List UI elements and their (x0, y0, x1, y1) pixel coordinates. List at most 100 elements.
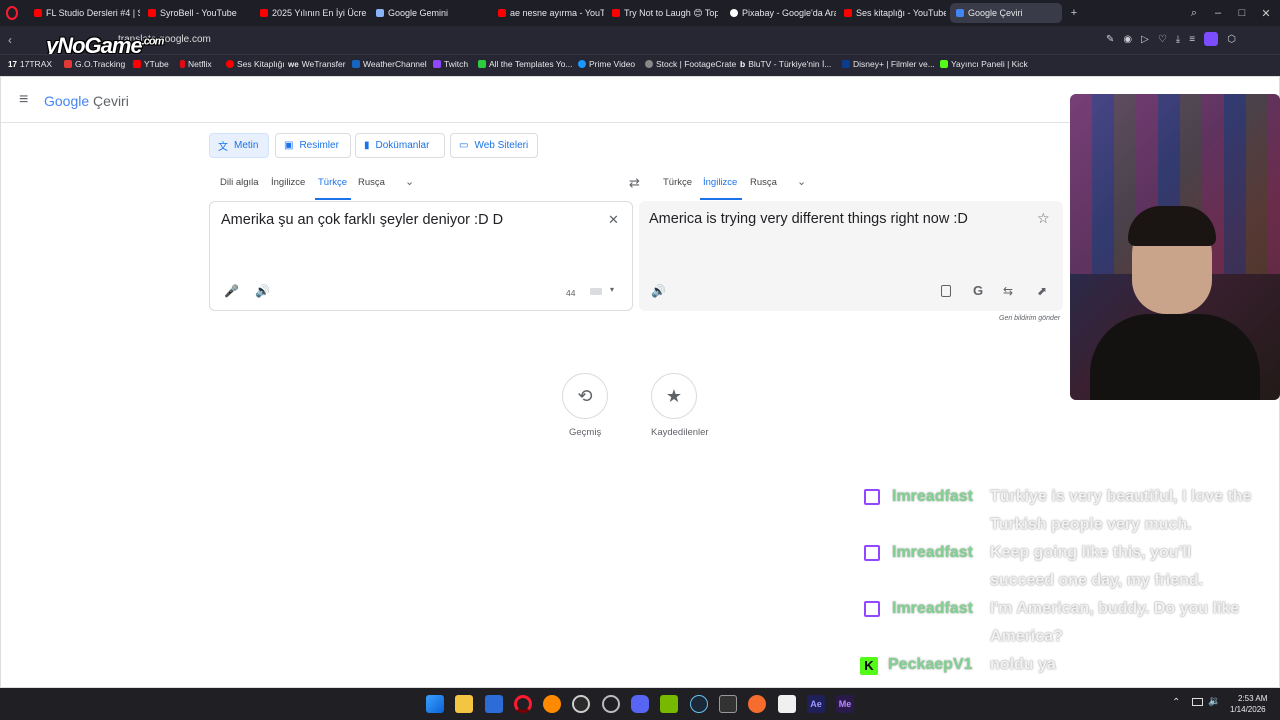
tab-4[interactable]: Google Gemini (370, 3, 482, 23)
display-icon[interactable] (1192, 698, 1203, 706)
bookmark-footagecrate[interactable]: Stock | FootageCrate (645, 59, 736, 69)
twitch-badge-icon (864, 489, 880, 505)
source-more-langs-chevron-icon[interactable]: ⌄ (405, 175, 414, 188)
media-encoder-icon[interactable]: Me (836, 695, 854, 713)
back-icon[interactable]: ‹ (8, 33, 12, 47)
saved-button[interactable]: ★ (651, 373, 697, 419)
source-lang-underline (315, 198, 351, 200)
bookmark-17trax[interactable]: 17 17TRAX (8, 59, 52, 69)
bookmark-ses-kitapligi[interactable]: Ses Kitaplığı (226, 59, 285, 69)
chat-user: lmreadfast (892, 600, 973, 617)
listen-translation-icon[interactable]: 🔊 (651, 284, 666, 298)
bookmark-templates[interactable]: All the Templates Yo... (478, 59, 572, 69)
download-icon[interactable]: ⤓ (1176, 34, 1180, 46)
heart-icon[interactable]: ♡ (1158, 34, 1167, 46)
camera-icon[interactable]: ◉ (1123, 34, 1132, 46)
menu-icon[interactable]: ≡ (1189, 34, 1195, 46)
source-lang-russian[interactable]: Rusça (358, 177, 385, 188)
source-textarea[interactable]: Amerika şu an çok farklı şeyler deniyor … (221, 212, 503, 228)
share-icon[interactable]: ⬈ (1037, 284, 1047, 298)
hamburger-menu-icon[interactable]: ≡ (19, 91, 28, 109)
feedback-link[interactable]: Geri bildirim gönder (999, 315, 1060, 322)
chat-message: I'm American, buddy. Do you like (990, 600, 1240, 617)
nvidia-icon[interactable] (660, 695, 678, 713)
chat-message: Türkiye is very beautiful, I love the (990, 488, 1252, 505)
mode-websites-button[interactable]: ▭ Web Siteleri (450, 133, 538, 158)
extensions-icon[interactable]: ⬡ (1227, 34, 1236, 46)
tab-7[interactable]: Pixabay - Google'da Ara (724, 3, 836, 23)
store-icon[interactable] (485, 695, 503, 713)
clock-date[interactable]: 1/14/2026 (1230, 705, 1266, 714)
bookmark-weatherchannel[interactable]: WeatherChannel (352, 59, 427, 69)
gemini-icon (376, 9, 384, 17)
source-lang-detect[interactable]: Dili algıla (220, 177, 259, 188)
start-icon[interactable] (426, 695, 444, 713)
volume-icon[interactable]: 🔉 (1208, 696, 1220, 707)
chat-message: noldu ya (990, 656, 1056, 673)
web-icon: ▭ (459, 140, 469, 151)
tab-3[interactable]: 2025 Yılının En İyi Ücretsiz (254, 3, 366, 23)
origin-icon[interactable] (748, 695, 766, 713)
tray-chevron-icon[interactable]: ⌃ (1172, 697, 1180, 708)
opera-logo-icon[interactable] (6, 6, 18, 20)
clock-time[interactable]: 2:53 AM (1238, 694, 1267, 703)
source-lang-turkish[interactable]: Türkçe (318, 177, 347, 188)
xbox-icon[interactable] (572, 695, 590, 713)
star-save-icon[interactable]: ☆ (1037, 210, 1050, 227)
tab-8[interactable]: Ses kitaplığı - YouTube St (838, 3, 946, 23)
char-count: 44 (566, 288, 576, 298)
edit-icon[interactable]: ✎ (1106, 34, 1114, 46)
bookmark-netflix[interactable]: Netflix (180, 59, 212, 69)
bookmark-blutv[interactable]: b BluTV - Türkiye'nin İ... (740, 59, 831, 69)
opera-taskbar-icon[interactable] (514, 695, 532, 713)
mode-text-button[interactable]: 文 Metin (209, 133, 269, 158)
mode-documents-button[interactable]: ▮ Dokümanlar (355, 133, 445, 158)
app-circle-icon[interactable] (602, 695, 620, 713)
tab-9-active[interactable]: Google Çeviri (950, 3, 1062, 23)
play-icon[interactable]: ▷ (1141, 34, 1149, 46)
tab-2[interactable]: SyroBell - YouTube (142, 3, 250, 23)
search-tabs-icon[interactable]: ⌕ (1182, 0, 1206, 26)
google-search-icon[interactable]: G (973, 283, 983, 298)
tab-6[interactable]: Try Not to Laugh 😊 Top (606, 3, 718, 23)
templates-icon (478, 60, 486, 68)
google-translate-logo[interactable]: Google Çeviri (44, 93, 129, 109)
steam-icon[interactable] (690, 695, 708, 713)
bookmark-gotracking[interactable]: G.O.Tracking (64, 59, 125, 69)
target-lang-english[interactable]: İngilizce (703, 177, 737, 188)
target-more-langs-chevron-icon[interactable]: ⌄ (797, 175, 806, 188)
new-tab-icon[interactable]: + (1062, 0, 1086, 26)
clear-text-icon[interactable]: ✕ (608, 212, 619, 228)
weather-icon (352, 60, 360, 68)
target-lang-turkish[interactable]: Türkçe (663, 177, 692, 188)
history-button[interactable]: ⟲ (562, 373, 608, 419)
tab-1[interactable]: FL Studio Dersleri #4 | Sıfır (28, 3, 140, 23)
rate-translation-icon[interactable]: ⇆ (1003, 284, 1013, 298)
bookmark-ytube[interactable]: YTube (133, 59, 169, 69)
fl-studio-icon[interactable] (543, 695, 561, 713)
bookmark-twitch[interactable]: Twitch (433, 59, 468, 69)
close-window-icon[interactable]: ✕ (1254, 0, 1278, 26)
copy-icon[interactable] (941, 285, 951, 297)
after-effects-icon[interactable]: Ae (807, 695, 825, 713)
tab-5[interactable]: ae nesne ayırma - YouTube (492, 3, 604, 23)
microphone-icon[interactable]: 🎤 (224, 284, 239, 298)
bookmark-prime-video[interactable]: Prime Video (578, 59, 635, 69)
capcut-icon[interactable] (778, 695, 796, 713)
listen-source-icon[interactable]: 🔊 (255, 284, 270, 298)
mode-images-button[interactable]: ▣ Resimler (275, 133, 351, 158)
swap-languages-icon[interactable]: ⇄ (629, 175, 640, 191)
bookmark-disney[interactable]: Disney+ | Filmler ve... (842, 59, 935, 69)
keyboard-icon[interactable] (590, 288, 602, 295)
minimize-icon[interactable]: – (1206, 0, 1230, 26)
discord-icon[interactable] (631, 695, 649, 713)
profile-icon[interactable] (1204, 32, 1219, 46)
bookmark-kick[interactable]: Yayıncı Paneli | Kick (940, 59, 1028, 69)
source-lang-english[interactable]: İngilizce (271, 177, 305, 188)
target-lang-russian[interactable]: Rusça (750, 177, 777, 188)
maximize-icon[interactable]: □ (1230, 0, 1254, 26)
bookmark-wetransfer[interactable]: we WeTransfer (288, 59, 346, 69)
epic-games-icon[interactable] (719, 695, 737, 713)
keyboard-chevron-icon[interactable]: ▾ (610, 285, 614, 294)
file-explorer-icon[interactable] (455, 695, 473, 713)
